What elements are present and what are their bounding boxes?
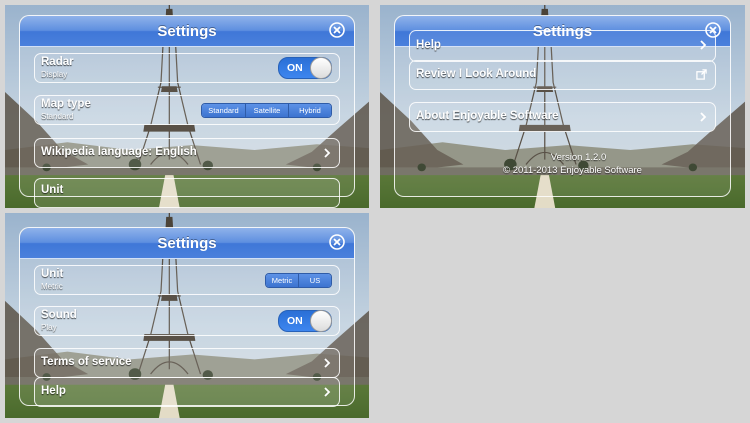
chevron-right-icon xyxy=(324,387,331,397)
radar-toggle[interactable]: ON xyxy=(278,57,332,79)
settings-panel-1: Settings Radar Display ON Map type Stand… xyxy=(5,5,369,208)
map-type-label: Map type xyxy=(41,98,91,110)
terms-row[interactable]: Terms of service xyxy=(34,348,340,378)
settings-card: Settings Help Review I Look Around About… xyxy=(394,15,731,197)
radar-label: Radar xyxy=(41,56,74,68)
settings-card: Settings Unit Metric Metric US Sound Pla… xyxy=(19,227,355,407)
map-type-segmented-control[interactable]: Standard Satellite Hybrid xyxy=(201,103,332,118)
map-type-option-satellite[interactable]: Satellite xyxy=(246,104,289,117)
wikipedia-language-label: Wikipedia language: English xyxy=(41,146,197,158)
close-icon[interactable] xyxy=(329,22,345,38)
unit-row: Unit Metric Metric US xyxy=(34,265,340,295)
external-link-icon xyxy=(696,69,707,80)
map-type-row: Map type Standard Standard Satellite Hyb… xyxy=(34,95,340,125)
radar-row: Radar Display ON xyxy=(34,53,340,83)
wikipedia-language-row[interactable]: Wikipedia language: English xyxy=(34,138,340,168)
review-label: Review I Look Around xyxy=(416,68,537,80)
unit-sublabel: Metric xyxy=(41,282,63,291)
review-row[interactable]: Review I Look Around xyxy=(409,60,716,90)
version-text: Version 1.2.0 xyxy=(550,152,607,163)
sound-toggle[interactable]: ON xyxy=(278,310,332,332)
help-row-partial[interactable]: Help xyxy=(409,30,716,62)
sound-sublabel: Play xyxy=(41,323,57,332)
radar-toggle-label: ON xyxy=(287,62,303,74)
settings-title: Settings xyxy=(157,23,217,40)
toggle-knob xyxy=(310,57,332,79)
map-type-sublabel: Standard xyxy=(41,112,74,121)
about-label: About Enjoyable Software xyxy=(416,110,559,122)
chevron-right-icon xyxy=(700,112,707,122)
toggle-knob xyxy=(310,310,332,332)
help-row[interactable]: Help xyxy=(34,377,340,407)
unit-label: Unit xyxy=(41,268,64,280)
chevron-right-icon xyxy=(324,358,331,368)
unit-row-partial[interactable]: Unit xyxy=(34,178,340,208)
unit-label: Unit xyxy=(41,184,64,196)
sound-row: Sound Play ON xyxy=(34,306,340,336)
unit-segmented-control[interactable]: Metric US xyxy=(265,273,332,288)
settings-title: Settings xyxy=(157,235,217,252)
settings-card: Settings Radar Display ON Map type Stand… xyxy=(19,15,355,208)
settings-panel-3: Settings Unit Metric Metric US Sound Pla… xyxy=(5,213,369,418)
help-label: Help xyxy=(416,39,441,51)
map-type-option-hybrid[interactable]: Hybrid xyxy=(289,104,331,117)
close-icon[interactable] xyxy=(329,234,345,250)
help-label: Help xyxy=(41,385,66,397)
chevron-right-icon xyxy=(324,148,331,158)
settings-panel-2: Settings Help Review I Look Around About… xyxy=(380,5,745,208)
terms-label: Terms of service xyxy=(41,356,132,368)
settings-title-bar: Settings xyxy=(20,228,354,259)
map-type-option-standard[interactable]: Standard xyxy=(202,104,246,117)
radar-sublabel: Display xyxy=(41,70,68,79)
chevron-right-icon xyxy=(700,40,707,50)
unit-option-us[interactable]: US xyxy=(299,274,331,287)
about-row[interactable]: About Enjoyable Software xyxy=(409,102,716,132)
copyright-text: © 2011-2013 Enjoyable Software xyxy=(503,165,642,176)
unit-option-metric[interactable]: Metric xyxy=(266,274,299,287)
sound-toggle-label: ON xyxy=(287,315,303,327)
settings-title-bar: Settings xyxy=(20,16,354,47)
sound-label: Sound xyxy=(41,309,77,321)
